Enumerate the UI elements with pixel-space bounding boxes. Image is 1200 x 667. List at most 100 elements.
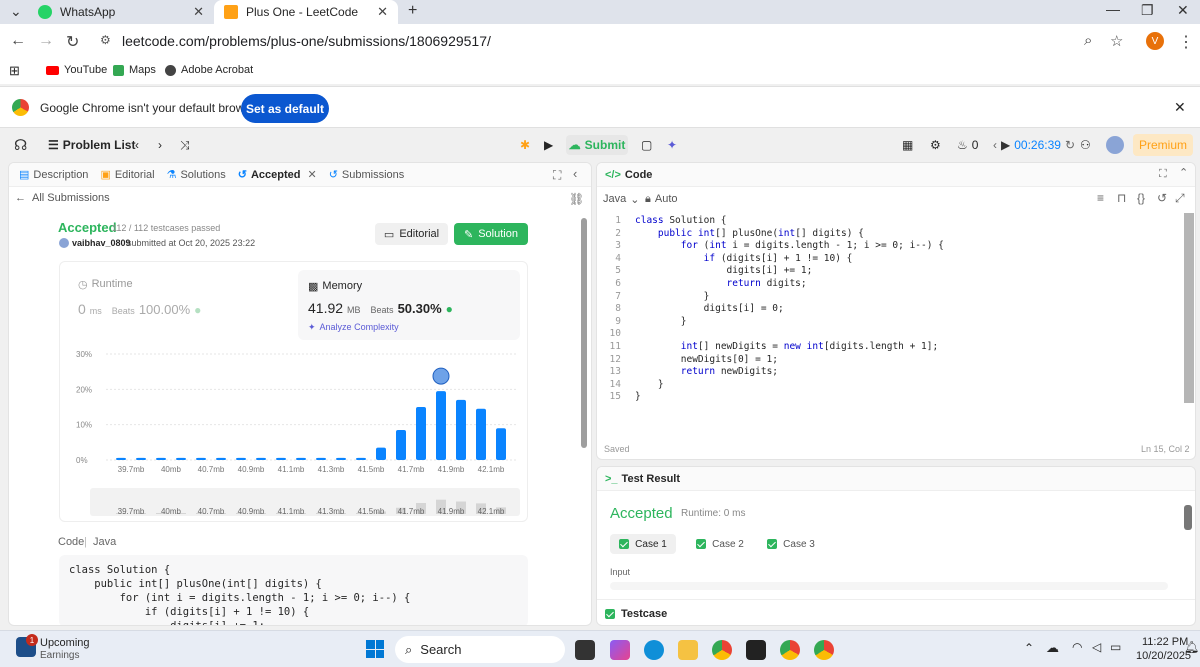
chart-bar[interactable] <box>336 457 346 460</box>
next-problem-icon[interactable]: › <box>158 135 162 155</box>
site-settings-icon[interactable]: ⚙ <box>100 33 111 47</box>
code-line[interactable]: newDigits[0] = 1; <box>635 353 778 366</box>
task-view-icon[interactable] <box>575 640 595 660</box>
chart-bar[interactable] <box>316 457 326 460</box>
tab-test-result[interactable]: >_ Test Result <box>605 473 680 485</box>
tab-search-chevron-icon[interactable]: ⌄ <box>10 3 22 21</box>
bookmark-icon[interactable]: ⊓ <box>1117 191 1126 205</box>
tab-whatsapp[interactable]: WhatsApp ✕ <box>28 0 214 24</box>
close-window-icon[interactable]: ✕ <box>1177 2 1189 20</box>
language-select[interactable]: Java ⌄ <box>603 193 639 206</box>
url-field[interactable]: ⚙ leetcode.com/problems/plus-one/submiss… <box>96 28 1136 54</box>
bookmark-maps[interactable]: Maps <box>113 64 156 76</box>
memory-block[interactable]: ▩ Memory 41.92 MB Beats 50.30% ● ✦ Analy… <box>298 270 520 340</box>
premium-button[interactable]: Premium <box>1133 134 1193 156</box>
taskbar-search[interactable]: ⌕ Search <box>395 636 565 663</box>
code-line[interactable]: return newDigits; <box>635 365 778 378</box>
tab-solutions[interactable]: ⚗ Solutions <box>167 168 226 182</box>
file-explorer-icon[interactable] <box>678 640 698 660</box>
tab-leetcode[interactable]: Plus One - LeetCode ✕ <box>214 0 398 24</box>
fullscreen-icon[interactable]: ⤢ <box>1175 191 1185 206</box>
code-line[interactable]: digits[i] += 1; <box>635 264 813 277</box>
close-tab-icon[interactable]: ✕ <box>193 4 204 20</box>
submit-button[interactable]: ☁ Submit <box>566 135 628 155</box>
code-line[interactable]: for (int i = digits.length - 1; i >= 0; … <box>635 239 944 252</box>
chart-bar[interactable] <box>276 457 286 460</box>
battery-icon[interactable]: ▭ <box>1110 640 1121 654</box>
wifi-icon[interactable]: ◠ <box>1072 640 1082 654</box>
leetcode-logo-icon[interactable]: ☊ <box>14 135 27 155</box>
prev-problem-icon[interactable]: ‹ <box>135 135 139 155</box>
volume-icon[interactable]: ◁ <box>1092 640 1101 654</box>
timer[interactable]: ‹ ▶ 00:26:39 ↻ <box>993 135 1075 155</box>
chart-bar[interactable] <box>416 407 426 460</box>
format-icon[interactable]: ≡ <box>1097 191 1104 205</box>
debug-icon[interactable]: ✱ <box>520 135 530 155</box>
scrollbar[interactable] <box>581 218 587 448</box>
username[interactable]: vaibhav_0809 <box>72 238 131 248</box>
code-line[interactable]: class Solution { <box>635 214 727 227</box>
zoom-icon[interactable]: ⌕ <box>1084 32 1092 49</box>
reload-icon[interactable]: ↻ <box>66 32 79 52</box>
tab-code[interactable]: </> Code <box>605 169 652 181</box>
chart-bar[interactable] <box>136 457 146 460</box>
chrome-icon[interactable] <box>712 640 732 660</box>
code-line[interactable]: } <box>635 290 710 303</box>
chart-bar[interactable] <box>116 457 126 460</box>
set-default-button[interactable]: Set as default <box>241 94 329 123</box>
solution-button[interactable]: ✎ Solution <box>454 223 528 245</box>
analyze-complexity-link[interactable]: ✦ Analyze Complexity <box>308 322 399 333</box>
maximize-icon[interactable]: ❐ <box>1141 2 1154 20</box>
ai-assist-icon[interactable]: ✦ <box>667 135 677 155</box>
profile-avatar[interactable]: V <box>1146 32 1164 50</box>
editor-scrollbar[interactable] <box>1184 213 1194 403</box>
testcase-tab[interactable]: Testcase <box>597 599 1195 625</box>
chrome-profile-icon[interactable] <box>780 640 800 660</box>
expand-icon[interactable]: ⛶ <box>1159 168 1167 181</box>
chart-bar[interactable] <box>256 457 266 460</box>
collapse-icon[interactable]: ⌃ <box>1179 166 1188 179</box>
chart-bar[interactable] <box>496 428 506 460</box>
shuffle-icon[interactable]: ⤨ <box>180 135 190 155</box>
chart-bar[interactable] <box>216 457 226 460</box>
settings-icon[interactable]: ⚙ <box>930 135 941 155</box>
forward-icon[interactable]: → <box>38 32 54 50</box>
terminal-app-icon[interactable] <box>746 640 766 660</box>
bookmark-star-icon[interactable]: ☆ <box>1110 32 1123 50</box>
windows-start-icon[interactable] <box>366 640 384 658</box>
collapse-icon[interactable]: ‹ <box>573 166 577 181</box>
chart-bar[interactable] <box>236 457 246 460</box>
all-submissions-link[interactable]: ← All Submissions <box>15 192 110 204</box>
memory-distribution-chart[interactable]: 30% 20% 10% 0% 39.7mb 40mb 40.7mb 40.9mb 41.1mb 4… <box>60 342 528 522</box>
chevron-up-icon[interactable]: ⌃ <box>1024 641 1034 655</box>
minimize-icon[interactable]: — <box>1106 1 1120 19</box>
case-2-tab[interactable]: Case 2 <box>687 534 753 554</box>
new-tab-icon[interactable]: + <box>408 2 417 20</box>
close-infobar-icon[interactable]: ✕ <box>1174 99 1186 116</box>
reset-icon[interactable]: ↺ <box>1157 191 1167 205</box>
tab-editorial[interactable]: ▣ Editorial <box>100 168 154 182</box>
close-tab-icon[interactable]: ✕ <box>307 168 316 181</box>
tab-accepted[interactable]: ↺ Accepted ✕ <box>238 168 317 182</box>
chart-bar[interactable] <box>296 457 306 460</box>
close-tab-icon[interactable]: ✕ <box>377 4 388 20</box>
tab-submissions[interactable]: ↺ Submissions <box>329 168 405 182</box>
clock-date[interactable]: 10/20/2025 <box>1136 650 1191 662</box>
code-line[interactable]: digits[i] = 0; <box>635 302 784 315</box>
problem-list-button[interactable]: ☰ Problem List <box>48 135 135 155</box>
braces-icon[interactable]: {} <box>1137 191 1145 205</box>
chart-bar[interactable] <box>456 399 466 460</box>
apps-grid-icon[interactable]: ⊞ <box>9 63 20 79</box>
code-line[interactable]: } <box>635 378 664 391</box>
run-icon[interactable]: ▶ <box>544 135 553 155</box>
back-icon[interactable]: ← <box>10 32 26 50</box>
widget-title[interactable]: Upcoming <box>40 637 90 649</box>
add-friend-icon[interactable]: ⚇ <box>1080 135 1091 155</box>
expand-icon[interactable]: ⛶ <box>553 168 561 183</box>
result-scrollbar[interactable] <box>1184 505 1192 530</box>
chart-bar[interactable] <box>476 408 486 460</box>
code-line[interactable]: return digits; <box>635 277 807 290</box>
notes-icon[interactable]: ▢ <box>641 135 652 155</box>
code-editor[interactable]: 1 class Solution {2 public int[] plusOne(… <box>597 214 1183 414</box>
edge-icon[interactable] <box>644 640 664 660</box>
